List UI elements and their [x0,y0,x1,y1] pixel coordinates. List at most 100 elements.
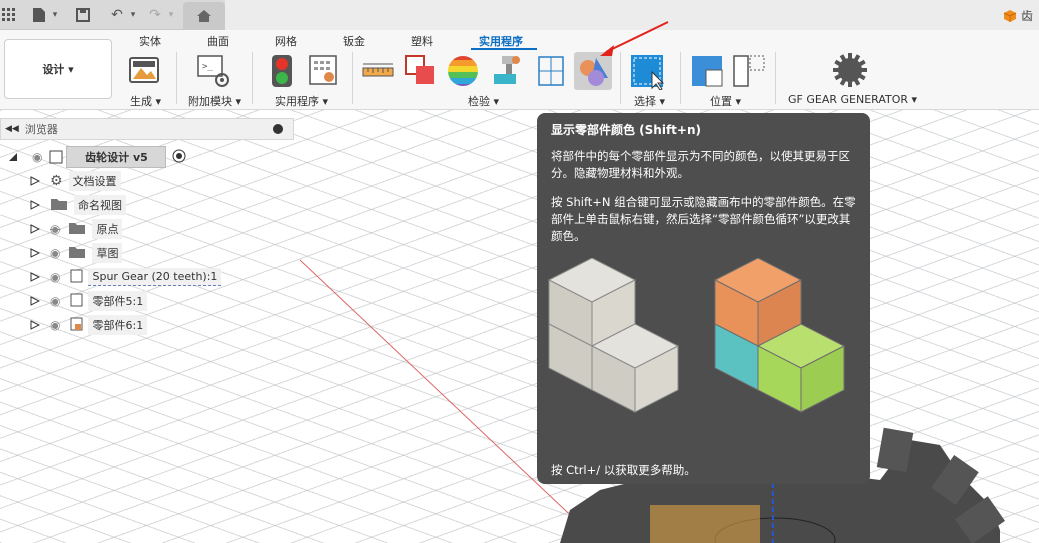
zebra-analysis-icon[interactable] [446,54,478,86]
browser-item-label: 零部件6:1 [88,315,148,335]
ribbon-separator [352,52,353,104]
component-icon [68,268,84,287]
gray-cubes-illustration [547,258,680,413]
tooltip-description: 将部件中的每个零部件显示为不同的颜色，以使其更易于区分。隐藏物理材料和外观。 [551,149,850,180]
workspace-switcher-button[interactable]: 设计 ▾ [4,39,112,99]
component-icon [68,316,84,335]
gear-icon: ⚙ [50,173,63,189]
save-icon[interactable] [74,6,92,24]
browser-item-label: 零部件5:1 [88,291,148,311]
expand-triangle-icon[interactable] [30,248,40,258]
active-tab-indicator [471,48,537,50]
visibility-eye-icon[interactable]: ◉ [50,294,60,308]
browser-item-named-views[interactable]: 命名视图 [30,194,126,216]
browser-item-sketches[interactable]: ◉ 草图 [30,242,123,264]
expand-triangle-icon[interactable] [30,272,40,282]
ribbon-separator [775,52,776,104]
expand-triangle-icon[interactable] [30,176,40,186]
group-utilities-label[interactable]: 实用程序 ▾ [275,93,328,109]
visibility-eye-icon[interactable]: ◉ [50,270,60,284]
document-title[interactable]: 齿 [1003,7,1033,24]
group-position-label[interactable]: 位置 ▾ [710,93,741,109]
tooltip-shortcut-help: 按 Shift+N 组合键可显示或隐藏画布中的零部件颜色。在零部件上单击鼠标右键… [551,195,856,243]
tab-surface[interactable]: 曲面 [207,33,229,49]
colored-cubes-illustration [713,258,846,413]
measure-icon[interactable] [362,60,394,92]
parameters-table-icon[interactable] [308,54,340,86]
tab-utilities[interactable]: 实用程序 [479,33,523,49]
browser-root-row[interactable]: ◉ 齿轮设计 v5 [8,146,186,168]
browser-item-document-settings[interactable]: ⚙ 文档设置 [30,170,121,192]
expand-triangle-icon[interactable] [30,296,40,306]
group-select-label[interactable]: 选择 ▾ [634,93,665,109]
group-inspect-label[interactable]: 检验 ▾ [468,93,499,109]
browser-title: 浏览器 [24,123,58,136]
browser-item-component6[interactable]: ◉ 零部件6:1 [30,314,148,336]
component-box-icon[interactable] [536,54,568,86]
tooltip-illustration [547,258,846,413]
expand-triangle-icon[interactable] [8,152,18,162]
scripts-addins-icon[interactable]: >_ [196,54,229,87]
quick-access-bar: ▾ ↶ ▾ ↷ ▾ 齿 [0,0,1039,30]
canvas-viewport[interactable] [0,110,1039,543]
toolbar-ribbon: 设计 ▾ 实体 曲面 网格 钣金 塑料 实用程序 生成 ▾ >_ 附加模块 ▾ … [0,30,1039,110]
viewport-scene [299,259,1005,543]
create-image-icon[interactable] [128,54,160,86]
group-gear-generator-label[interactable]: GF GEAR GENERATOR ▾ [788,93,917,106]
position-capture-icon[interactable] [690,54,723,87]
minimize-panel-icon[interactable] [273,124,283,134]
expand-triangle-icon[interactable] [30,224,40,234]
position-revert-icon[interactable] [732,54,765,87]
tooltip-help-footer: 按 Ctrl+/ 以获取更多帮助。 [551,463,696,477]
app-grid-icon[interactable] [0,6,18,24]
browser-item-label: 原点 [92,219,123,239]
folder-icon [50,197,68,214]
undo-dropdown-icon[interactable]: ▾ [124,6,142,24]
ribbon-separator [252,52,253,104]
cube-doc-icon [1003,9,1017,22]
group-create-label[interactable]: 生成 ▾ [130,93,161,109]
expand-triangle-icon[interactable] [30,200,40,210]
browser-panel-header[interactable]: ◀◀ 浏览器 [0,118,294,140]
section-analysis-icon[interactable] [492,54,524,86]
document-component-icon [48,149,64,165]
expand-triangle-icon[interactable] [30,320,40,330]
interference-icon[interactable] [404,54,436,86]
workspace-label: 设计 ▾ [42,63,74,76]
svg-text:>_: >_ [202,62,213,72]
browser-item-label: 命名视图 [74,195,126,215]
component-icon [68,292,84,311]
activate-radio-icon[interactable] [172,149,186,166]
tab-mesh[interactable]: 网格 [275,33,297,49]
visibility-eye-icon[interactable]: ◉ [32,150,42,164]
file-dropdown-icon[interactable]: ▾ [46,6,64,24]
redo-dropdown-icon[interactable]: ▾ [162,6,180,24]
tab-solid[interactable]: 实体 [139,33,161,49]
folder-icon [68,221,86,238]
browser-item-spur-gear[interactable]: ◉ Spur Gear (20 teeth):1 [30,266,222,288]
browser-item-origin[interactable]: ◉ 原点 [30,218,123,240]
command-tooltip: 显示零部件颜色 (Shift+n) 将部件中的每个零部件显示为不同的颜色，以使其… [537,113,870,484]
component-colors-icon [580,58,608,86]
select-icon[interactable] [630,54,668,91]
root-component-label[interactable]: 齿轮设计 v5 [66,146,167,168]
visibility-eye-icon[interactable]: ◉ [50,246,60,260]
ribbon-separator [680,52,681,104]
ribbon-separator [176,52,177,104]
ribbon-separator [620,52,621,104]
home-tab[interactable] [183,2,225,30]
browser-item-label: 草图 [92,243,123,263]
traffic-light-icon[interactable] [270,54,302,87]
gear-generator-icon[interactable] [832,52,868,88]
collapse-panel-icon[interactable]: ◀◀ [5,124,19,134]
folder-icon [68,245,86,262]
tooltip-title: 显示零部件颜色 (Shift+n) [551,123,702,137]
visibility-eye-icon[interactable]: ◉ [50,318,60,332]
tab-plastic[interactable]: 塑料 [411,33,433,49]
document-title-text: 齿 [1020,9,1033,23]
group-addins-label[interactable]: 附加模块 ▾ [188,93,241,109]
display-component-colors-button[interactable] [574,52,612,90]
browser-item-component5[interactable]: ◉ 零部件5:1 [30,290,148,312]
visibility-hidden-eye-icon[interactable]: ◉ [50,222,60,236]
tab-sheet-metal[interactable]: 钣金 [343,33,365,49]
